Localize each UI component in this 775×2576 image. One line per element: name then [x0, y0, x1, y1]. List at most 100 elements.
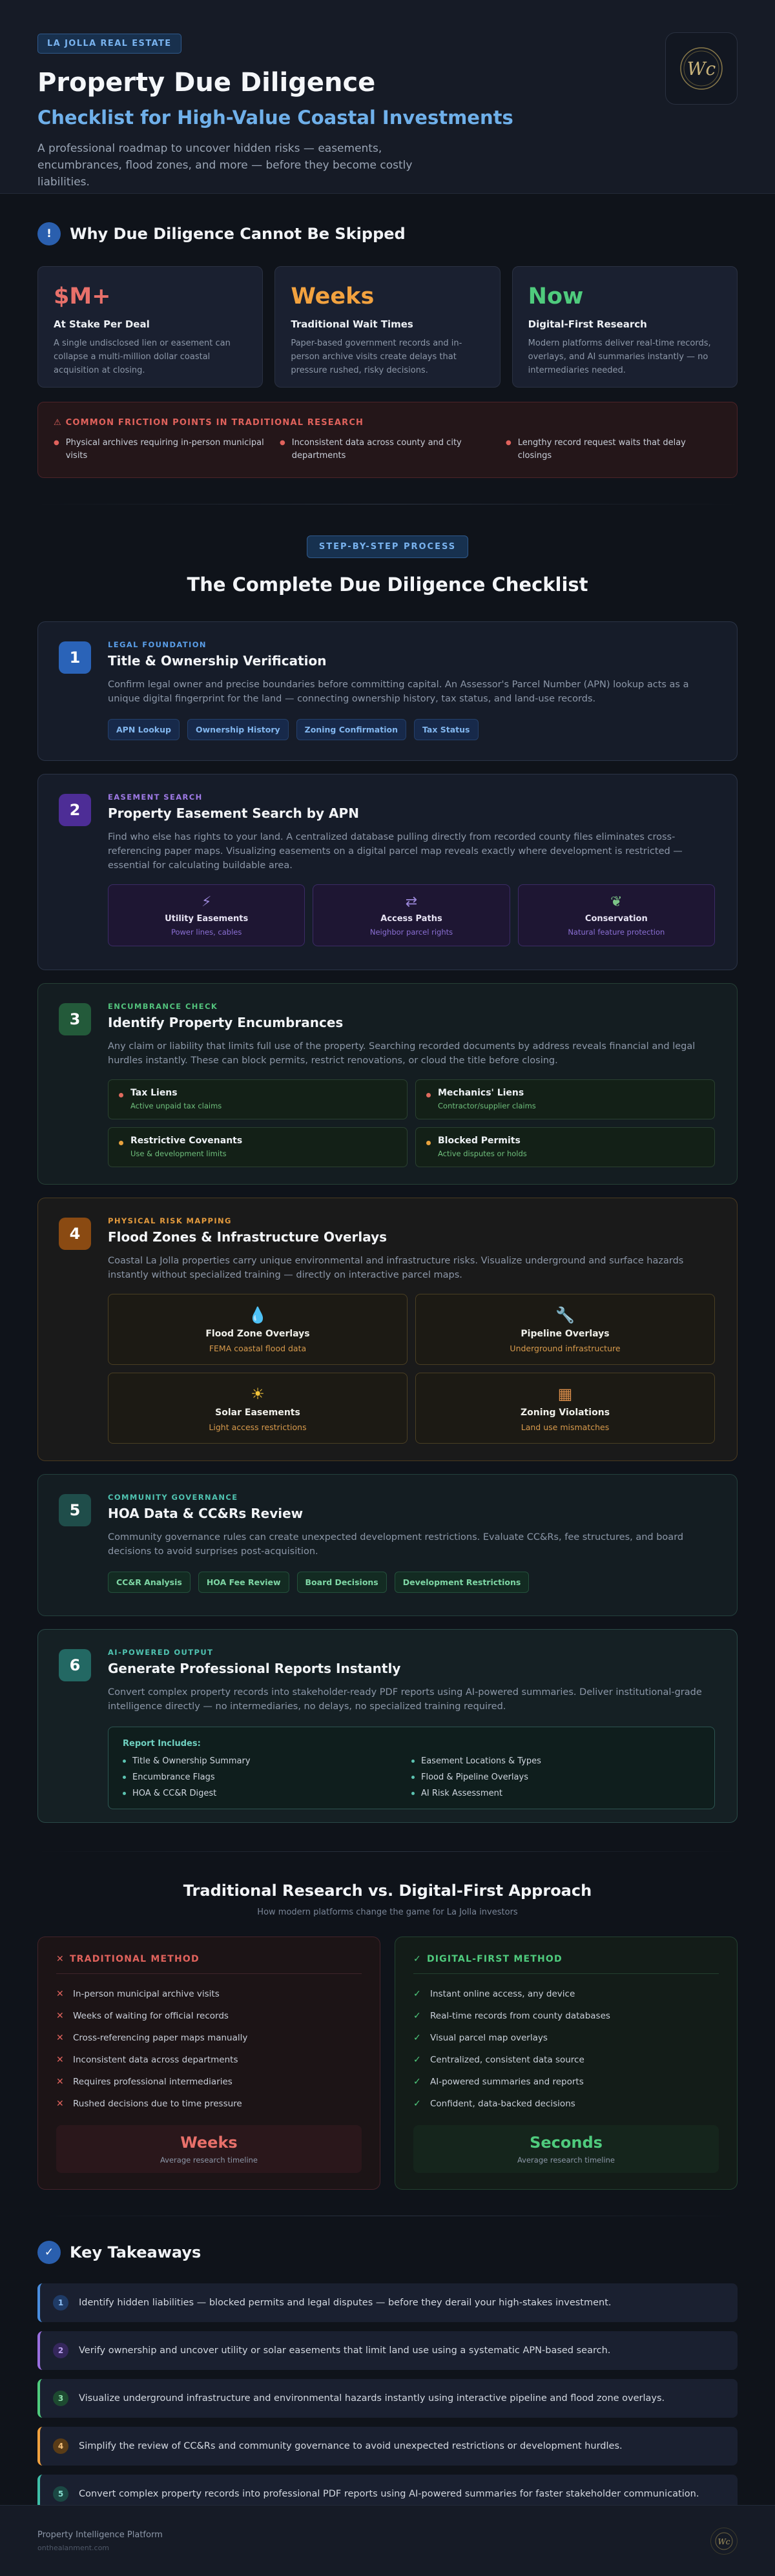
- step-number: 3: [59, 1003, 91, 1035]
- report-item: Flood & Pipeline Overlays: [411, 1772, 700, 1782]
- comparison-title: Traditional Research vs. Digital-First A…: [183, 1882, 592, 1900]
- takeaway-item: 3 Visualize underground infrastructure a…: [37, 2379, 738, 2418]
- stat-card: Now Digital-First Research Modern platfo…: [512, 266, 738, 388]
- bullet-icon: [123, 1776, 126, 1779]
- chip[interactable]: CC&R Analysis: [108, 1572, 191, 1593]
- chip[interactable]: Zoning Confirmation: [296, 719, 406, 740]
- step-number: 2: [59, 794, 91, 826]
- process-tag-wrap: STEP-BY-STEP PROCESS: [0, 535, 775, 558]
- status-dot-icon: [119, 1141, 123, 1145]
- bullet-icon: ●: [54, 439, 59, 446]
- easement-tiles: ⚡ Utility Easements Power lines, cables …: [108, 884, 715, 946]
- footer: Property Intelligence Platform onthealan…: [0, 2505, 775, 2576]
- why-section-title: Why Due Diligence Cannot Be Skipped: [70, 225, 406, 243]
- digital-item: ✓ Real-time records from county databases: [413, 2005, 719, 2027]
- report-item: AI Risk Assessment: [411, 1789, 700, 1798]
- cross-icon: ✕: [56, 2011, 64, 2021]
- step-card-4: 4 PHYSICAL RISK MAPPING Flood Zones & In…: [37, 1198, 738, 1461]
- step-number: 5: [59, 1494, 91, 1526]
- page: LA JOLLA REAL ESTATE Property Due Dilige…: [0, 0, 775, 2576]
- svg-text:Wc: Wc: [687, 58, 716, 79]
- takeaway-item: 1 Identify hidden liabilities — blocked …: [37, 2283, 738, 2322]
- step-title: Title & Ownership Verification: [108, 653, 327, 669]
- check-circle-icon: ✓: [37, 2241, 61, 2264]
- step-number: 6: [59, 1649, 91, 1681]
- easement-tile[interactable]: ⇄ Access Paths Neighbor parcel rights: [313, 884, 510, 946]
- easement-tile[interactable]: ⚡ Utility Easements Power lines, cables: [108, 884, 305, 946]
- overlay-name: Pipeline Overlays: [521, 1328, 610, 1339]
- friction-item: ● Inconsistent data across county and cit…: [280, 437, 495, 462]
- page-title: Property Due Diligence: [37, 68, 376, 98]
- friction-title: ⚠ COMMON FRICTION POINTS IN TRADITIONAL …: [54, 418, 721, 428]
- process-tag: STEP-BY-STEP PROCESS: [306, 535, 469, 558]
- report-box: Report Includes: Title & Ownership Summa…: [108, 1727, 715, 1809]
- report-item-text: Easement Locations & Types: [421, 1756, 541, 1766]
- access-path-icon: ⇄: [405, 894, 418, 910]
- overlay-tile[interactable]: ☀ Solar Easements Light access restricti…: [108, 1373, 408, 1444]
- overlay-sub: Land use mismatches: [521, 1422, 610, 1432]
- cross-icon: ✕: [56, 2099, 64, 2109]
- stat-label: At Stake Per Deal: [54, 318, 150, 330]
- step-card-3: 3 ENCUMBRANCE CHECK Identify Property En…: [37, 983, 738, 1185]
- step-description: Convert complex property records into st…: [108, 1687, 702, 1712]
- encumbrance-item[interactable]: Tax Liens Active unpaid tax claims: [108, 1079, 408, 1119]
- bullet-icon: [411, 1760, 415, 1763]
- overlay-tile[interactable]: 🔧 Pipeline Overlays Underground infrastr…: [415, 1294, 715, 1365]
- pipeline-wrench-icon: 🔧: [555, 1305, 575, 1324]
- bullet-icon: ●: [280, 439, 285, 446]
- divider: [56, 1973, 362, 1974]
- bullet-icon: [411, 1776, 415, 1779]
- header-tag: LA JOLLA REAL ESTATE: [37, 34, 181, 54]
- step-kicker: AI-POWERED OUTPUT: [108, 1648, 214, 1657]
- divider: [413, 1973, 719, 1974]
- footer-url[interactable]: onthealanment.com: [37, 2544, 738, 2552]
- zoning-building-icon: ▦: [557, 1384, 573, 1403]
- encumbrance-item[interactable]: Restrictive Covenants Use & development …: [108, 1127, 408, 1167]
- chip[interactable]: HOA Fee Review: [198, 1572, 289, 1593]
- encumbrance-item[interactable]: Mechanics' Liens Contractor/supplier cla…: [415, 1079, 715, 1119]
- overlay-sub: Underground infrastructure: [510, 1343, 621, 1353]
- report-title: Report Includes:: [123, 1739, 201, 1749]
- traditional-item: ✕ Requires professional intermediaries: [56, 2071, 362, 2093]
- traditional-item: ✕ Inconsistent data across departments: [56, 2049, 362, 2071]
- why-section-header: ! Why Due Diligence Cannot Be Skipped: [37, 222, 738, 245]
- check-icon: ✓: [413, 2011, 421, 2021]
- digital-head: ✓ DIGITAL-FIRST METHOD: [413, 1954, 719, 1964]
- digital-caption: Average research timeline: [517, 2155, 615, 2165]
- process-title: The Complete Due Diligence Checklist: [187, 574, 588, 596]
- check-icon: ✓: [413, 2055, 421, 2065]
- encumbrance-item[interactable]: Blocked Permits Active disputes or holds: [415, 1127, 715, 1167]
- cross-icon: ✕: [56, 1954, 65, 1964]
- step-title: Property Easement Search by APN: [108, 805, 359, 821]
- overlay-sub: Light access restrictions: [209, 1422, 307, 1432]
- overlay-sub: FEMA coastal flood data: [209, 1343, 307, 1353]
- chip[interactable]: Board Decisions: [296, 1572, 387, 1593]
- overlay-grid: 💧 Flood Zone Overlays FEMA coastal flood…: [108, 1294, 715, 1444]
- overlay-tile[interactable]: ▦ Zoning Violations Land use mismatches: [415, 1373, 715, 1444]
- stat-description: Modern platforms deliver real-time recor…: [528, 338, 711, 375]
- digital-item-text: Confident, data-backed decisions: [430, 2099, 575, 2109]
- chip[interactable]: Development Restrictions: [394, 1572, 530, 1593]
- comparison-columns: ✕ TRADITIONAL METHOD ✕ In-person municipal…: [37, 1937, 738, 2190]
- page-subtitle: Checklist for High-Value Coastal Investm…: [37, 107, 513, 129]
- stat-description: Paper-based government records and in-pe…: [291, 338, 462, 375]
- monogram-logo-icon: Wc: [665, 32, 738, 105]
- overlay-tile[interactable]: 💧 Flood Zone Overlays FEMA coastal flood…: [108, 1294, 408, 1365]
- step-card-5: 5 COMMUNITY GOVERNANCE HOA Data & CC&Rs …: [37, 1474, 738, 1616]
- footer-brand: Property Intelligence Platform: [37, 2530, 163, 2540]
- report-item: HOA & CC&R Digest: [123, 1789, 411, 1798]
- bullet-icon: [123, 1792, 126, 1795]
- divider: [37, 1851, 738, 1852]
- chip[interactable]: APN Lookup: [108, 719, 180, 740]
- encumbrance-sub: Active disputes or holds: [438, 1149, 527, 1158]
- takeaway-number: 3: [53, 2391, 68, 2406]
- friction-item-text: Inconsistent data across county and city…: [291, 438, 462, 461]
- chip[interactable]: Tax Status: [414, 719, 479, 740]
- traditional-column: ✕ TRADITIONAL METHOD ✕ In-person municipal…: [37, 1937, 380, 2190]
- easement-tile[interactable]: ❦ Conservation Natural feature protectio…: [517, 884, 715, 946]
- exclamation-icon: !: [37, 222, 61, 245]
- friction-item: ● Lengthy record request waits that delay…: [506, 437, 721, 462]
- chip[interactable]: Ownership History: [187, 719, 289, 740]
- takeaway-number: 4: [53, 2438, 68, 2454]
- report-item-text: Encumbrance Flags: [132, 1772, 215, 1782]
